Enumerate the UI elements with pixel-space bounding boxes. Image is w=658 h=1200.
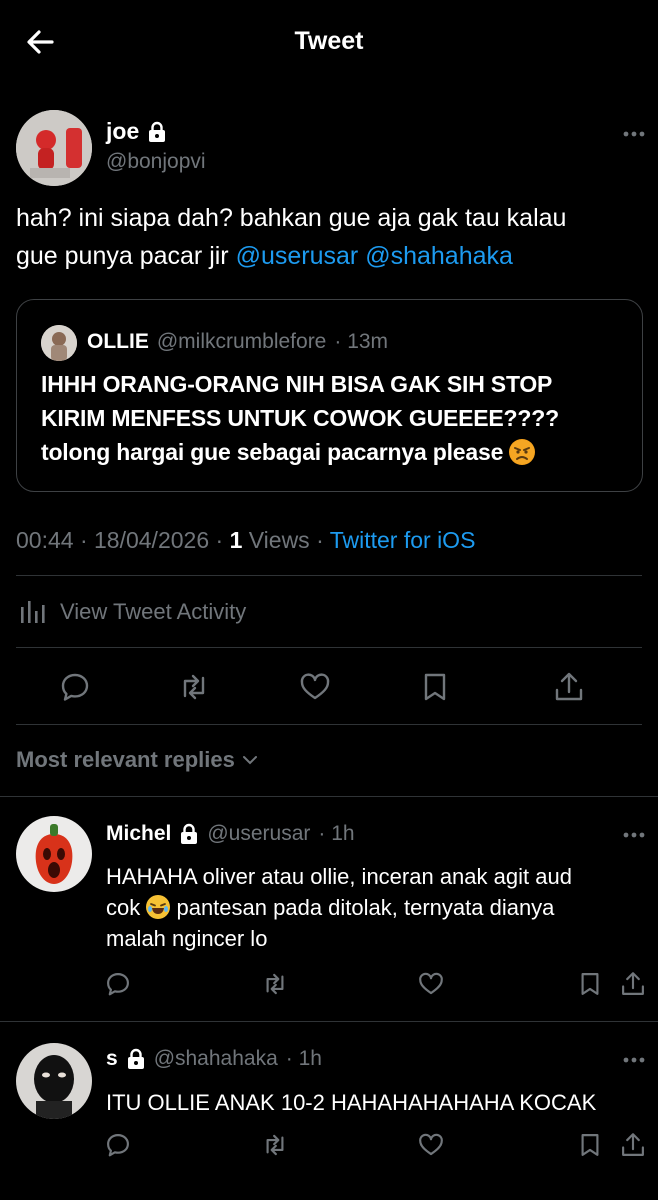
laughing-emoji — [146, 895, 171, 919]
author-name[interactable]: joe — [106, 118, 139, 145]
bookmark-icon[interactable] — [418, 670, 452, 704]
reply-text-fragment: cok — [106, 895, 147, 920]
quoted-text-fragment: tolong hargai gue sebagai pacarnya pleas… — [41, 439, 510, 465]
mention-link[interactable]: @userusar — [236, 242, 359, 270]
chevron-down-icon — [241, 751, 259, 769]
reply-author-handle: @shahahaka — [153, 1047, 278, 1070]
more-icon[interactable] — [622, 130, 646, 138]
quoted-author-avatar — [41, 325, 77, 361]
quoted-text-line: IHHH ORANG-ORANG NIH BISA GAK SIH STOP — [41, 371, 553, 397]
author-handle: @bonjopvi — [106, 150, 206, 173]
reply-sort-label: Most relevant replies — [16, 747, 235, 772]
quoted-header: OLLIE @milkcrumblefore · 13m — [87, 330, 388, 354]
quoted-time: · 13m — [334, 330, 389, 353]
quoted-tweet[interactable]: OLLIE @milkcrumblefore · 13m IHHH ORANG-… — [16, 299, 643, 492]
quoted-text: IHHH ORANG-ORANG NIH BISA GAK SIH STOP K… — [41, 367, 631, 469]
retweet-icon[interactable] — [177, 670, 211, 704]
tweet-actions — [0, 664, 658, 708]
page-title: Tweet — [294, 27, 364, 55]
tweet-text: hah? ini siapa dah? bahkan gue aja gak t… — [16, 199, 642, 275]
reply-header: s @shahahaka · 1h — [106, 1047, 322, 1071]
more-icon[interactable] — [622, 831, 646, 839]
retweet-icon[interactable] — [261, 970, 289, 998]
bookmark-icon[interactable] — [576, 1131, 604, 1159]
divider — [16, 647, 642, 648]
reply-text-line: HAHAHA oliver atau ollie, inceran anak a… — [106, 864, 572, 889]
divider — [0, 1021, 658, 1022]
view-tweet-activity[interactable]: View Tweet Activity — [18, 597, 246, 627]
reply-text-line: ITU OLLIE ANAK 10-2 HAHAHAHAHAHA KOCAK — [106, 1090, 597, 1115]
bookmark-icon[interactable] — [576, 970, 604, 998]
retweet-icon[interactable] — [261, 1131, 289, 1159]
share-icon[interactable] — [619, 1131, 647, 1159]
top-bar: Tweet — [0, 0, 658, 84]
tweet-timestamp: 00:44 · 18/04/2026 · — [16, 527, 230, 553]
mention-link[interactable]: @shahahaka — [365, 242, 513, 270]
reply-text: HAHAHA oliver atau ollie, inceran anak a… — [106, 861, 646, 954]
views-count: 1 — [229, 527, 243, 553]
more-icon[interactable] — [622, 1056, 646, 1064]
view-tweet-activity-label: View Tweet Activity — [60, 599, 247, 624]
reply-avatar[interactable] — [16, 1043, 92, 1119]
reply-text-line: malah ngincer lo — [106, 926, 268, 951]
author-name-row: joe — [106, 118, 167, 145]
reply-icon[interactable] — [104, 970, 132, 998]
analytics-icon — [18, 597, 48, 627]
divider — [16, 724, 642, 725]
reply-avatar[interactable] — [16, 816, 92, 892]
quoted-author-handle: @milkcrumblefore — [156, 330, 327, 353]
tweet-meta: 00:44 · 18/04/2026 · 1 Views · Twitter f… — [16, 527, 475, 554]
divider — [16, 575, 642, 576]
author-avatar[interactable] — [16, 110, 92, 186]
quoted-author-name: OLLIE — [87, 330, 149, 353]
lock-icon — [179, 823, 199, 845]
lock-icon — [126, 1048, 146, 1070]
reply-author-handle: @userusar — [207, 822, 311, 845]
divider — [0, 796, 658, 797]
tweet-text-line: hah? ini siapa dah? bahkan gue aja gak t… — [16, 204, 567, 232]
like-icon[interactable] — [298, 670, 332, 704]
reply-time: · 1h — [285, 1047, 322, 1070]
quoted-text-line: KIRIM MENFESS UNTUK COWOK GUEEEE???? — [41, 405, 559, 431]
reply-text-line: cok pantesan pada ditolak, ternyata dian… — [106, 892, 646, 923]
like-icon[interactable] — [417, 970, 445, 998]
reply-header: Michel @userusar · 1h — [106, 822, 355, 846]
share-icon[interactable] — [619, 970, 647, 998]
reply-author-name[interactable]: Michel — [106, 822, 171, 846]
angry-face-emoji — [509, 439, 536, 465]
tweet-text-fragment: gue punya pacar jir — [16, 242, 236, 270]
quoted-text-line: tolong hargai gue sebagai pacarnya pleas… — [41, 435, 631, 469]
reply-time: · 1h — [318, 822, 355, 845]
reply-icon[interactable] — [104, 1131, 132, 1159]
share-icon[interactable] — [552, 670, 586, 704]
views-label: Views · — [242, 527, 330, 553]
tweet-source[interactable]: Twitter for iOS — [330, 527, 476, 553]
reply-author-name[interactable]: s — [106, 1047, 118, 1071]
reply-sort-toggle[interactable]: Most relevant replies — [16, 747, 259, 773]
lock-icon — [147, 121, 167, 143]
tweet-text-line: gue punya pacar jir @userusar @shahahaka — [16, 237, 642, 275]
reply-icon[interactable] — [58, 670, 92, 704]
like-icon[interactable] — [417, 1131, 445, 1159]
reply-text: ITU OLLIE ANAK 10-2 HAHAHAHAHAHA KOCAK — [106, 1087, 646, 1118]
reply-text-fragment: pantesan pada ditolak, ternyata dianya — [170, 895, 555, 920]
